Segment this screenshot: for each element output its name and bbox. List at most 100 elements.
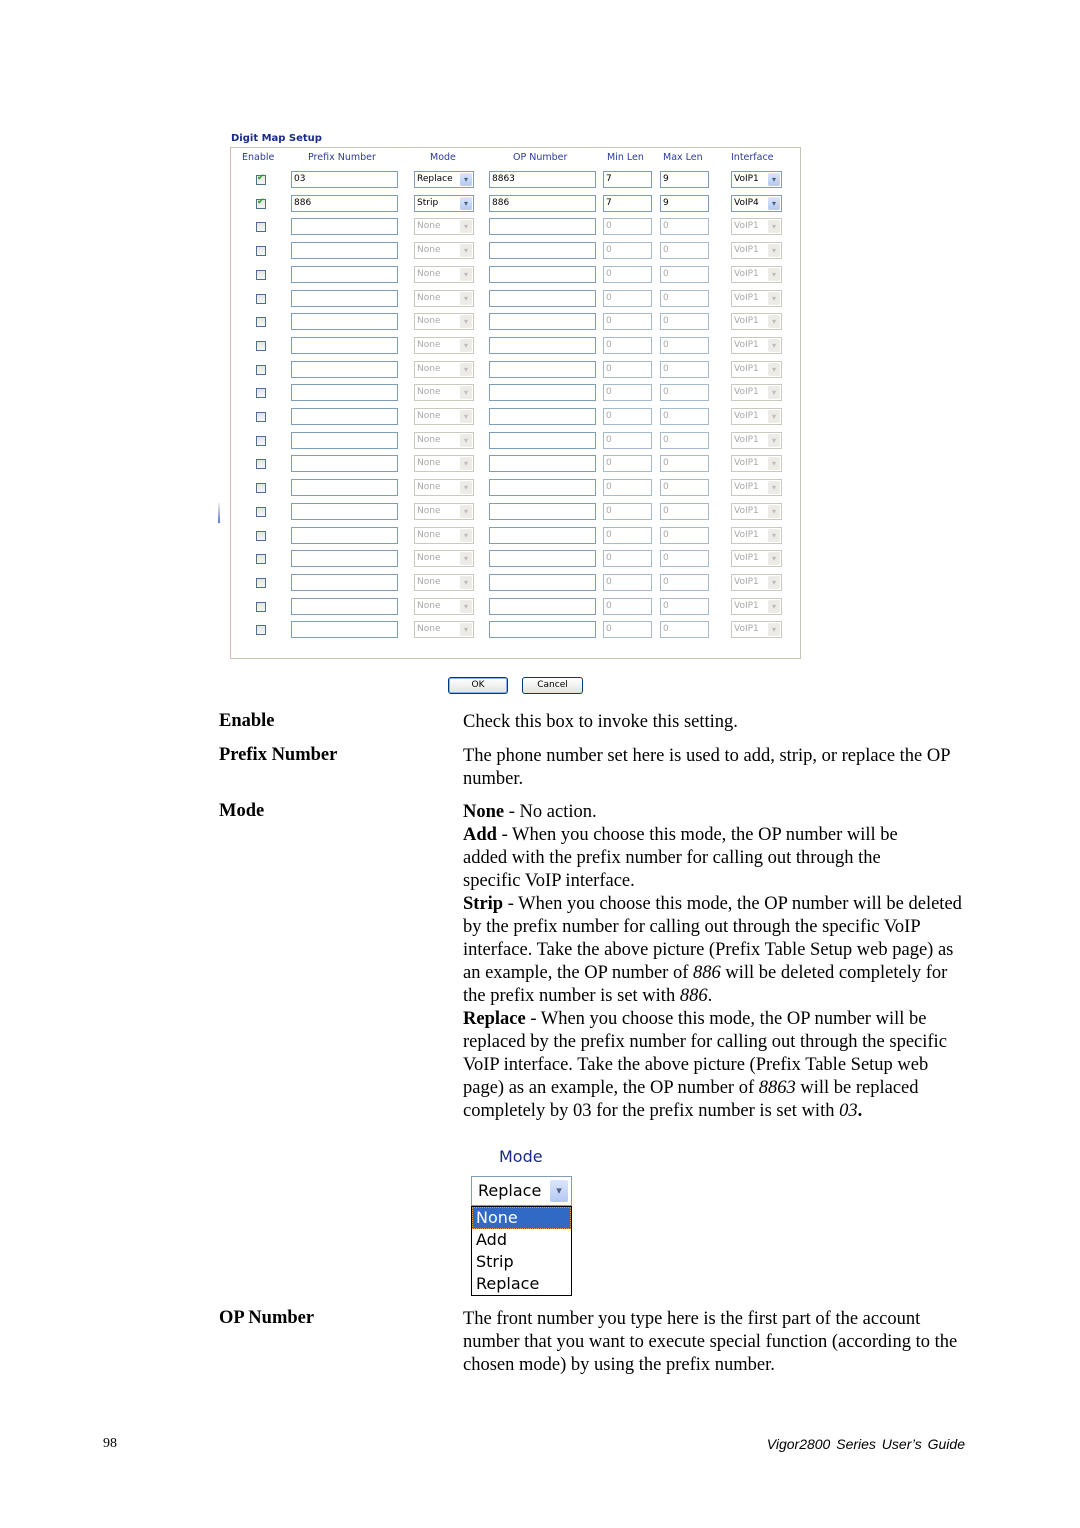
op-number-input[interactable]: 886 xyxy=(489,195,596,212)
min-len-input[interactable]: 0 xyxy=(603,290,652,307)
op-number-input[interactable] xyxy=(489,384,596,401)
enable-checkbox[interactable] xyxy=(256,294,266,304)
prefix-number-input[interactable] xyxy=(291,479,398,496)
max-len-input[interactable]: 0 xyxy=(660,242,709,259)
prefix-number-input[interactable] xyxy=(291,384,398,401)
prefix-number-input[interactable] xyxy=(291,266,398,283)
chevron-down-icon[interactable]: ▾ xyxy=(460,197,472,210)
prefix-number-input[interactable] xyxy=(291,408,398,425)
min-len-input[interactable]: 0 xyxy=(603,455,652,472)
mode-select[interactable]: None ▾ xyxy=(414,479,474,496)
op-number-input[interactable] xyxy=(489,550,596,567)
chevron-down-icon[interactable]: ▾ xyxy=(460,339,472,352)
enable-checkbox[interactable] xyxy=(256,365,266,375)
max-len-input[interactable]: 0 xyxy=(660,432,709,449)
max-len-input[interactable]: 9 xyxy=(660,195,709,212)
chevron-down-icon[interactable]: ▾ xyxy=(768,386,780,399)
min-len-input[interactable]: 0 xyxy=(603,266,652,283)
max-len-input[interactable]: 0 xyxy=(660,621,709,638)
op-number-input[interactable] xyxy=(489,527,596,544)
chevron-down-icon[interactable]: ▾ xyxy=(460,434,472,447)
chevron-down-icon[interactable]: ▾ xyxy=(460,600,472,613)
enable-checkbox[interactable] xyxy=(256,459,266,469)
enable-checkbox[interactable] xyxy=(256,531,266,541)
chevron-down-icon[interactable]: ▾ xyxy=(768,220,780,233)
min-len-input[interactable]: 0 xyxy=(603,408,652,425)
max-len-input[interactable]: 0 xyxy=(660,384,709,401)
min-len-input[interactable]: 0 xyxy=(603,242,652,259)
mode-select[interactable]: None ▾ xyxy=(414,361,474,378)
chevron-down-icon[interactable]: ▾ xyxy=(768,505,780,518)
min-len-input[interactable]: 7 xyxy=(603,195,652,212)
chevron-down-icon[interactable]: ▾ xyxy=(460,363,472,376)
chevron-down-icon[interactable]: ▾ xyxy=(460,386,472,399)
mode-select[interactable]: None ▾ xyxy=(414,574,474,591)
max-len-input[interactable]: 0 xyxy=(660,408,709,425)
chevron-down-icon[interactable]: ▾ xyxy=(460,552,472,565)
prefix-number-input[interactable] xyxy=(291,290,398,307)
enable-checkbox[interactable] xyxy=(256,602,266,612)
max-len-input[interactable]: 0 xyxy=(660,574,709,591)
enable-checkbox[interactable] xyxy=(256,270,266,280)
mode-select[interactable]: None ▾ xyxy=(414,621,474,638)
max-len-input[interactable]: 0 xyxy=(660,598,709,615)
max-len-input[interactable]: 0 xyxy=(660,455,709,472)
interface-select[interactable]: VoIP1 ▾ xyxy=(731,218,782,235)
min-len-input[interactable]: 0 xyxy=(603,432,652,449)
mode-select[interactable]: None ▾ xyxy=(414,550,474,567)
chevron-down-icon[interactable]: ▾ xyxy=(460,529,472,542)
mode-select[interactable]: None ▾ xyxy=(414,527,474,544)
op-number-input[interactable] xyxy=(489,408,596,425)
chevron-down-icon[interactable]: ▾ xyxy=(768,268,780,281)
interface-select[interactable]: VoIP4 ▾ xyxy=(731,195,782,212)
enable-checkbox[interactable] xyxy=(256,341,266,351)
prefix-number-input[interactable] xyxy=(291,527,398,544)
max-len-input[interactable]: 0 xyxy=(660,479,709,496)
mode-option-strip[interactable]: Strip xyxy=(472,1251,571,1273)
op-number-input[interactable] xyxy=(489,218,596,235)
mode-select[interactable]: None ▾ xyxy=(414,266,474,283)
mode-select[interactable]: None ▾ xyxy=(414,503,474,520)
enable-checkbox[interactable] xyxy=(256,222,266,232)
interface-select[interactable]: VoIP1 ▾ xyxy=(731,337,782,354)
prefix-number-input[interactable]: 03 xyxy=(291,171,398,188)
op-number-input[interactable] xyxy=(489,242,596,259)
min-len-input[interactable]: 0 xyxy=(603,479,652,496)
enable-checkbox[interactable] xyxy=(256,507,266,517)
mode-select[interactable]: None ▾ xyxy=(414,384,474,401)
interface-select[interactable]: VoIP1 ▾ xyxy=(731,479,782,496)
min-len-input[interactable]: 0 xyxy=(603,503,652,520)
chevron-down-icon[interactable]: ▾ xyxy=(460,457,472,470)
prefix-number-input[interactable] xyxy=(291,503,398,520)
interface-select[interactable]: VoIP1 ▾ xyxy=(731,598,782,615)
min-len-input[interactable]: 0 xyxy=(603,384,652,401)
min-len-input[interactable]: 0 xyxy=(603,574,652,591)
mode-option-add[interactable]: Add xyxy=(472,1229,571,1251)
op-number-input[interactable] xyxy=(489,290,596,307)
prefix-number-input[interactable] xyxy=(291,621,398,638)
chevron-down-icon[interactable]: ▾ xyxy=(768,339,780,352)
ok-button[interactable]: OK xyxy=(448,677,508,694)
prefix-number-input[interactable] xyxy=(291,218,398,235)
chevron-down-icon[interactable]: ▾ xyxy=(768,600,780,613)
max-len-input[interactable]: 0 xyxy=(660,361,709,378)
prefix-number-input[interactable] xyxy=(291,242,398,259)
mode-select[interactable]: Replace ▾ xyxy=(414,171,474,188)
interface-select[interactable]: VoIP1 ▾ xyxy=(731,361,782,378)
mode-select[interactable]: None ▾ xyxy=(414,290,474,307)
interface-select[interactable]: VoIP1 ▾ xyxy=(731,503,782,520)
chevron-down-icon[interactable]: ▾ xyxy=(768,315,780,328)
max-len-input[interactable]: 9 xyxy=(660,171,709,188)
chevron-down-icon[interactable]: ▾ xyxy=(460,481,472,494)
prefix-number-input[interactable] xyxy=(291,598,398,615)
interface-select[interactable]: VoIP1 ▾ xyxy=(731,574,782,591)
cancel-button[interactable]: Cancel xyxy=(522,677,583,694)
interface-select[interactable]: VoIP1 ▾ xyxy=(731,455,782,472)
op-number-input[interactable] xyxy=(489,432,596,449)
prefix-number-input[interactable] xyxy=(291,432,398,449)
prefix-number-input[interactable] xyxy=(291,574,398,591)
chevron-down-icon[interactable]: ▾ xyxy=(460,268,472,281)
interface-select[interactable]: VoIP1 ▾ xyxy=(731,432,782,449)
max-len-input[interactable]: 0 xyxy=(660,313,709,330)
mode-select[interactable]: None ▾ xyxy=(414,598,474,615)
